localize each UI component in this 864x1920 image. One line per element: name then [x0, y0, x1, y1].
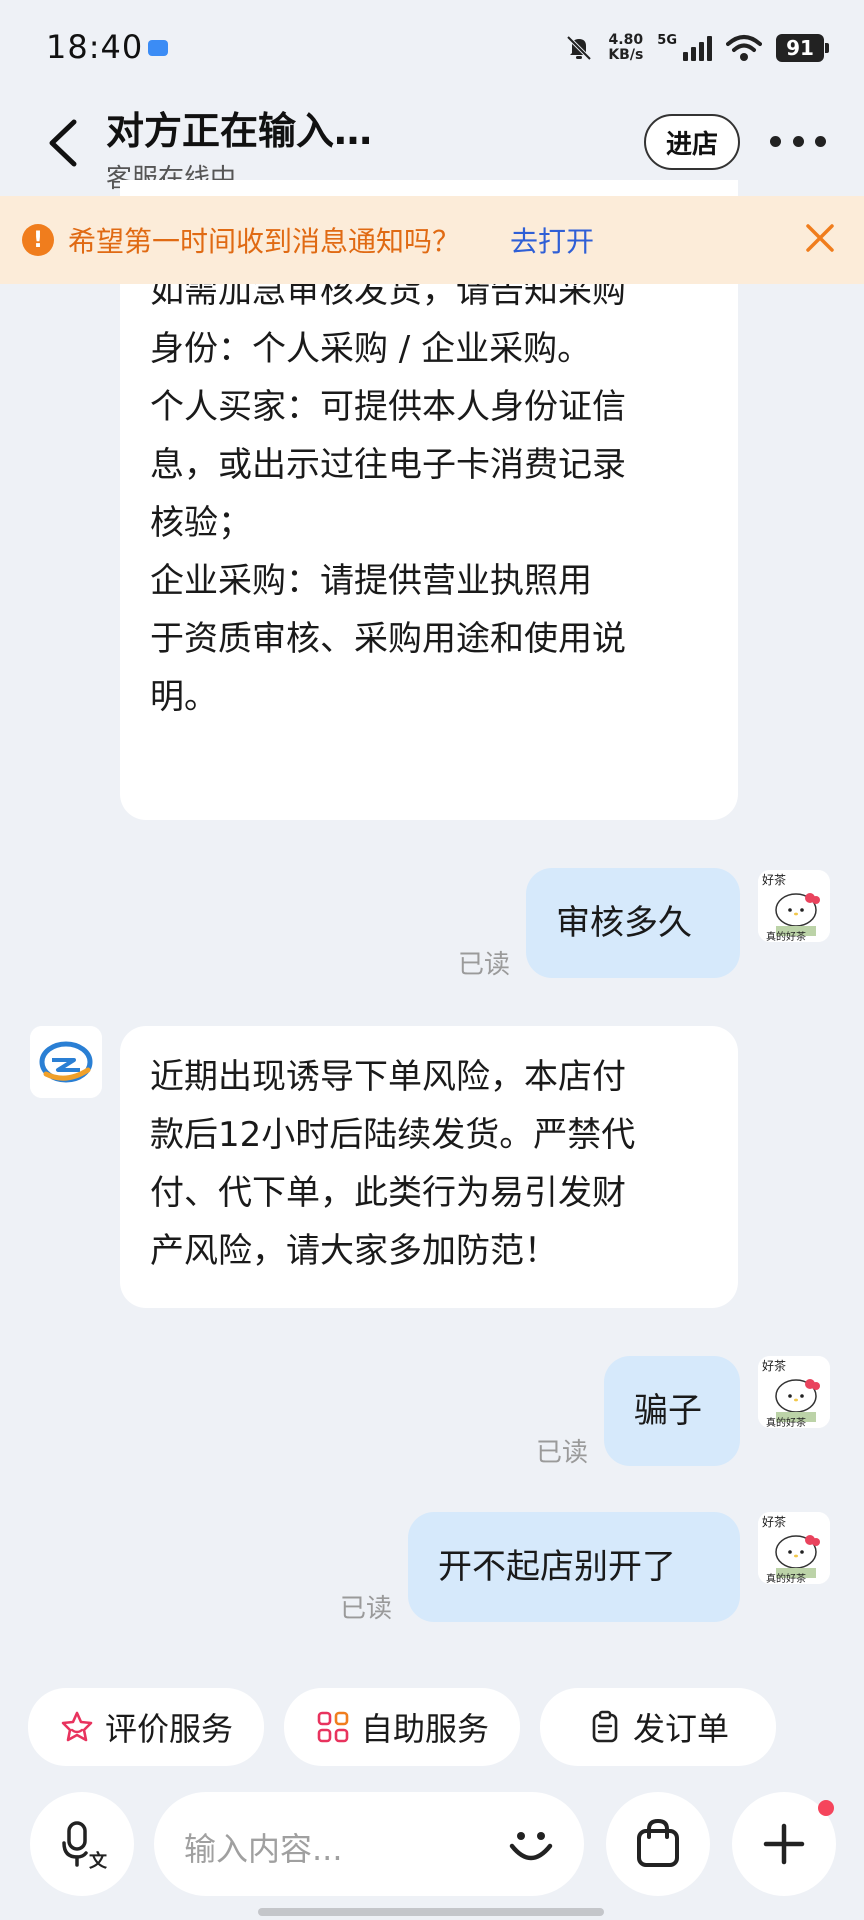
shop-avatar[interactable] [30, 1026, 102, 1098]
self-service-button[interactable]: 自助服务 [284, 1688, 520, 1766]
status-bar: 18:40 4.80 KB/s 5G 91 [0, 0, 864, 96]
notification-banner: ! 希望第一时间收到消息通知吗？ 去打开 [0, 196, 864, 284]
message-input[interactable]: 输入内容... [154, 1792, 584, 1896]
notice-text: 希望第一时间收到消息通知吗？ [68, 225, 461, 258]
net-speed: 4.80 KB/s [608, 33, 643, 63]
read-status: 已读 [458, 950, 511, 980]
back-arrow-icon[interactable] [44, 118, 84, 168]
message-bubble-mine: 开不起店别开了 [408, 1512, 740, 1622]
message-bubble-mine: 骗子 [604, 1356, 740, 1466]
plus-icon [763, 1823, 805, 1865]
message-text: 审核多久 [556, 903, 692, 943]
read-status: 已读 [340, 1594, 393, 1624]
star-icon [61, 1711, 93, 1742]
message-bubble-mine: 审核多久 [526, 868, 740, 978]
hello-kitty-avatar-icon: 好茶 真的好茶 [758, 1512, 830, 1584]
self-service-label: 自助服务 [360, 1710, 489, 1748]
avatar-caption-bottom: 真的好茶 [766, 1416, 806, 1428]
svg-text:文: 文 [89, 1850, 108, 1871]
message-text: 近期出现诱导下单风险，本店付 款后12小时后陆续发货。严禁代 付、代下单，此类行… [150, 1057, 636, 1271]
shopping-bag-icon [637, 1818, 679, 1867]
net-speed-unit: KB/s [608, 47, 644, 63]
avatar-caption-top: 好茶 [762, 872, 786, 887]
send-order-label: 发订单 [632, 1710, 729, 1748]
signal-icon [683, 35, 712, 61]
status-indicators: 4.80 KB/s 5G 91 [564, 30, 829, 66]
shop-logo-icon [30, 1026, 102, 1098]
net-speed-value: 4.80 [608, 32, 644, 48]
rate-service-button[interactable]: 评价服务 [28, 1688, 264, 1766]
clipboard-icon [592, 1710, 618, 1743]
hello-kitty-avatar-icon: 好茶 真的好茶 [758, 870, 830, 942]
send-order-button[interactable]: 发订单 [540, 1688, 776, 1766]
enable-notification-link[interactable]: 去打开 [510, 220, 594, 260]
message-text: 开不起店别开了 [438, 1547, 676, 1587]
app-notification-icon [148, 40, 168, 56]
more-options-icon[interactable] [770, 126, 826, 156]
shopping-bag-button[interactable] [606, 1792, 710, 1896]
chat-messages[interactable]: 位买家提高警惕。 如需加急审核发货，请告知采购 身份：个人采购 / 企业采购。 … [0, 180, 864, 1680]
avatar-caption-top: 好茶 [762, 1514, 786, 1529]
avatar-caption-bottom: 真的好茶 [766, 930, 806, 942]
page-title: 对方正在输入… [106, 109, 373, 153]
emoji-icon[interactable] [504, 1818, 558, 1872]
user-avatar[interactable]: 好茶 真的好茶 [758, 1512, 830, 1584]
avatar-caption-top: 好茶 [762, 1358, 786, 1373]
voice-translate-icon: 文 [62, 1821, 108, 1871]
input-placeholder: 输入内容... [184, 1830, 343, 1868]
battery-icon: 91 [776, 34, 829, 62]
network-type: 5G [657, 32, 677, 48]
wifi-icon [726, 35, 762, 61]
unread-badge [818, 1800, 834, 1816]
mute-bell-icon [566, 35, 592, 61]
enter-store-button[interactable]: 进店 [644, 114, 740, 170]
message-text: 骗子 [634, 1391, 702, 1431]
home-indicator[interactable] [258, 1908, 604, 1916]
status-time: 18:40 [46, 28, 144, 66]
grid-icon [317, 1711, 349, 1743]
message-bubble-seller: 近期出现诱导下单风险，本店付 款后12小时后陆续发货。严禁代 付、代下单，此类行… [120, 1026, 738, 1308]
warning-icon: ! [22, 224, 54, 256]
read-status: 已读 [536, 1438, 589, 1468]
close-icon[interactable] [802, 220, 838, 256]
voice-input-button[interactable]: 文 [30, 1792, 134, 1896]
avatar-caption-bottom: 真的好茶 [766, 1572, 806, 1584]
user-avatar[interactable]: 好茶 真的好茶 [758, 870, 830, 942]
rate-service-label: 评价服务 [104, 1710, 233, 1748]
input-bar: 文 输入内容... [0, 1792, 864, 1902]
quick-actions: 评价服务 自助服务 发订单 [28, 1688, 836, 1768]
hello-kitty-avatar-icon: 好茶 真的好茶 [758, 1356, 830, 1428]
user-avatar[interactable]: 好茶 真的好茶 [758, 1356, 830, 1428]
